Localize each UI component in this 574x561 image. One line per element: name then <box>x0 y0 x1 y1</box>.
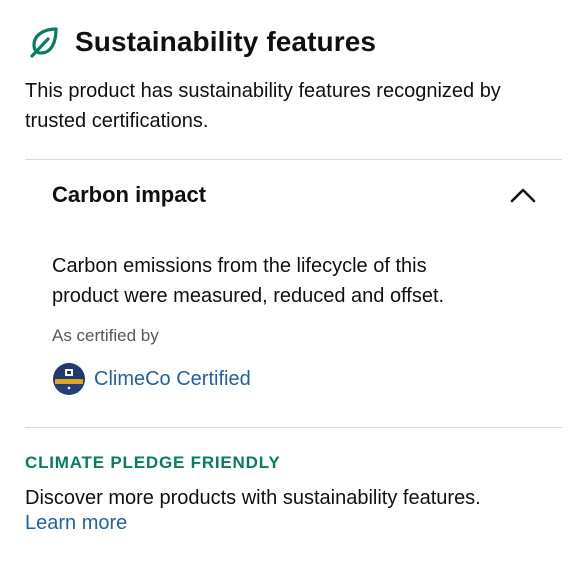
carbon-impact-accordion-header[interactable]: Carbon impact <box>52 182 536 208</box>
divider <box>25 159 562 160</box>
certified-by-label: As certified by <box>52 326 159 345</box>
climate-pledge-friendly-label: CLIMATE PLEDGE FRIENDLY <box>25 453 281 472</box>
intro-text: This product has sustainability features… <box>25 80 501 132</box>
certification-row: ClimeCo Certified <box>52 362 251 396</box>
footer-description: Discover more products with sustainabili… <box>25 487 481 509</box>
divider <box>25 427 562 428</box>
section-title: Carbon impact <box>52 182 207 207</box>
learn-more-link[interactable]: Learn more <box>25 512 127 535</box>
page-header: Sustainability features <box>25 22 376 62</box>
page-title: Sustainability features <box>75 26 377 57</box>
climeco-badge-icon <box>52 362 86 396</box>
climeco-certified-link[interactable]: ClimeCo Certified <box>94 368 251 391</box>
section-description: Carbon emissions from the lifecycle of t… <box>52 255 445 307</box>
leaf-icon <box>25 22 65 62</box>
chevron-up-icon[interactable] <box>510 182 536 208</box>
